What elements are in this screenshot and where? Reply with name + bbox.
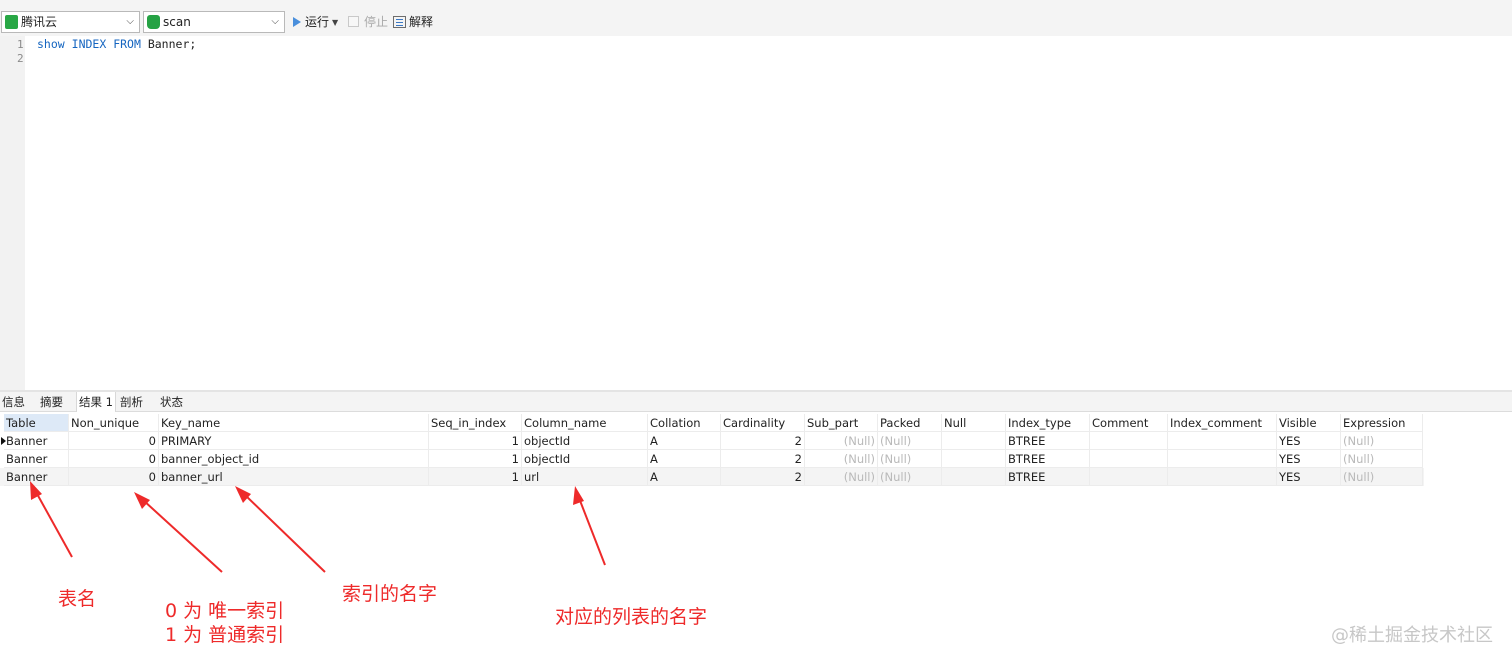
annotation-column-name: 对应的列表的名字	[555, 606, 708, 628]
annotation-arrow-non-unique	[134, 492, 223, 573]
watermark: @稀土掘金技术社区	[1331, 625, 1493, 646]
annotation-non-unique-line1: 0 为 唯一索引	[165, 600, 285, 622]
annotation-arrows	[30, 481, 606, 573]
annotation-arrow-column-name	[573, 486, 606, 566]
annotation-table-name: 表名	[58, 588, 97, 610]
annotation-arrow-key-name	[235, 486, 326, 573]
annotation-non-unique-line2: 1 为 普通索引	[165, 624, 285, 646]
annotation-index-name: 索引的名字	[342, 583, 438, 605]
annotation-arrow-table-name	[30, 481, 73, 558]
